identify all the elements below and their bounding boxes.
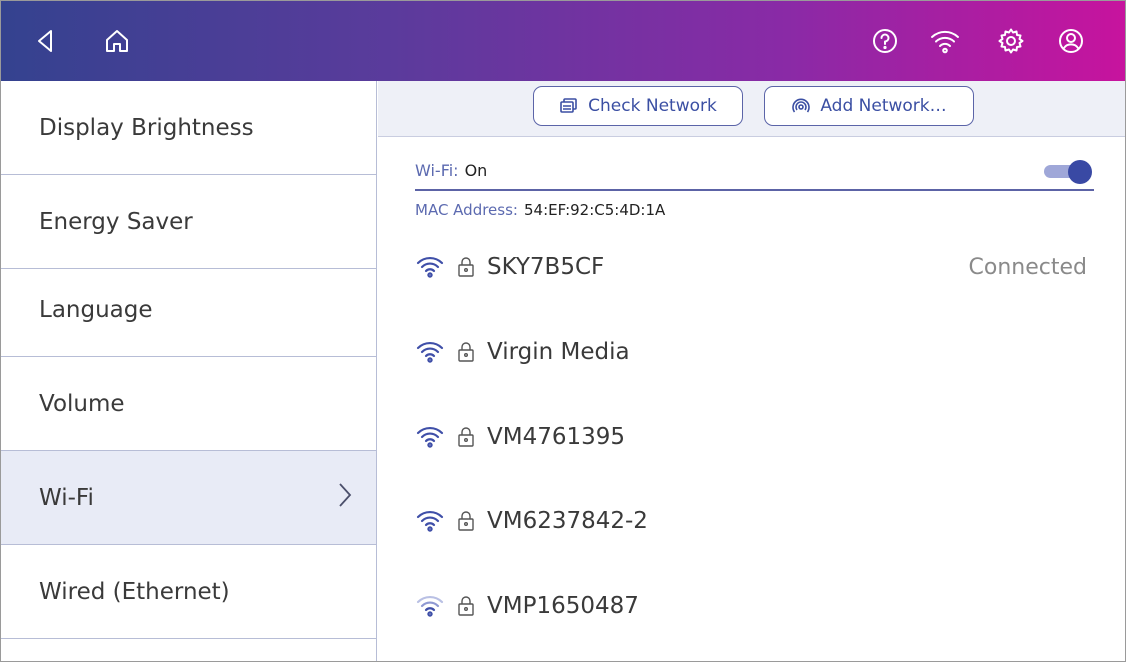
check-network-icon	[560, 98, 577, 113]
wifi-value: On	[464, 160, 488, 180]
chevron-right-icon	[338, 482, 352, 514]
settings-icon[interactable]	[991, 21, 1031, 61]
sidebar-item-volume[interactable]: Volume	[1, 357, 376, 451]
app-window: Display Brightness Energy Saver Language…	[0, 0, 1126, 662]
sidebar-item-label: Wi-Fi	[39, 484, 94, 511]
lock-icon	[455, 254, 477, 280]
wifi-toggle[interactable]	[1038, 160, 1092, 184]
network-ssid: VM6237842-2	[487, 508, 648, 534]
add-network-icon	[792, 98, 811, 113]
back-icon[interactable]	[25, 21, 65, 61]
connection-status: Connected	[968, 254, 1087, 280]
network-ssid: VMP1650487	[487, 593, 639, 619]
network-item[interactable]: SKY7B5CF Connected	[415, 247, 1095, 287]
action-bar: Check Network Add Network…	[378, 81, 1125, 137]
toggle-knob	[1068, 160, 1092, 184]
mac-label: MAC Address:	[415, 201, 518, 219]
top-bar	[1, 1, 1125, 81]
lock-icon	[455, 593, 477, 619]
sidebar-item-label: Wired (Ethernet)	[39, 578, 230, 605]
network-ssid: SKY7B5CF	[487, 254, 605, 280]
wifi-status-row: Wi-Fi: On	[415, 151, 1094, 191]
network-item[interactable]: VM4761395	[415, 417, 1095, 457]
wifi-signal-icon	[415, 253, 445, 281]
mac-address-row: MAC Address: 54:EF:92:C5:4D:1A	[415, 201, 665, 219]
wifi-signal-icon	[415, 423, 445, 451]
wifi-label: Wi-Fi:	[415, 160, 459, 180]
lock-icon	[455, 339, 477, 365]
sidebar-item-display-brightness[interactable]: Display Brightness	[1, 81, 376, 175]
mac-value: 54:EF:92:C5:4D:1A	[523, 201, 666, 219]
sidebar-item-wifi[interactable]: Wi-Fi	[1, 451, 376, 545]
sidebar-item-label: Volume	[39, 390, 125, 417]
network-item[interactable]: Virgin Media	[415, 332, 1095, 372]
network-ssid: Virgin Media	[487, 339, 630, 365]
wifi-signal-weak-icon	[415, 592, 445, 620]
help-icon[interactable]	[865, 21, 905, 61]
sidebar-item-language[interactable]: Language	[1, 263, 376, 357]
lock-icon	[455, 508, 477, 534]
wifi-panel: Check Network Add Network… Wi-Fi: On MAC…	[378, 81, 1125, 661]
network-item[interactable]: VM6237842-2	[415, 501, 1095, 541]
settings-sidebar: Display Brightness Energy Saver Language…	[1, 81, 377, 661]
wifi-icon[interactable]	[925, 21, 965, 61]
sidebar-item-label: Language	[39, 296, 153, 323]
sidebar-item-label: Energy Saver	[39, 208, 193, 235]
network-ssid: VM4761395	[487, 424, 626, 450]
sidebar-item-energy-saver[interactable]: Energy Saver	[1, 175, 376, 269]
lock-icon	[455, 424, 477, 450]
add-network-button[interactable]: Add Network…	[764, 86, 974, 126]
sidebar-item-label: Display Brightness	[39, 114, 254, 141]
sidebar-item-wired-ethernet[interactable]: Wired (Ethernet)	[1, 545, 376, 639]
check-network-label: Check Network	[588, 96, 717, 116]
check-network-button[interactable]: Check Network	[533, 86, 743, 126]
wifi-signal-icon	[415, 338, 445, 366]
account-icon[interactable]	[1051, 21, 1091, 61]
add-network-label: Add Network…	[820, 96, 947, 116]
network-item[interactable]: VMP1650487	[415, 586, 1095, 626]
wifi-signal-icon	[415, 507, 445, 535]
home-icon[interactable]	[97, 21, 137, 61]
